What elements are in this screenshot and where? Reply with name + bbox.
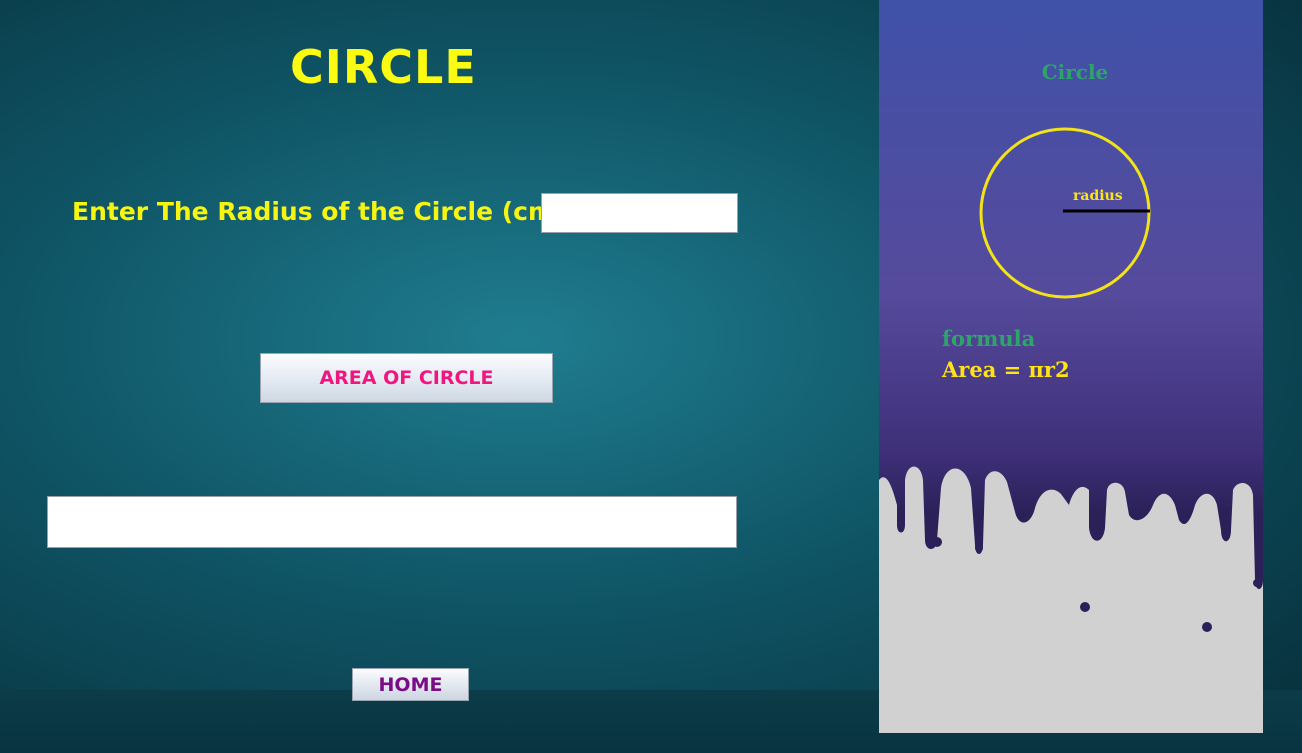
radius-label: Enter The Radius of the Circle (cm): bbox=[72, 197, 576, 226]
radius-input[interactable] bbox=[541, 193, 738, 233]
formula-label: formula bbox=[942, 326, 1036, 351]
home-button[interactable]: HOME bbox=[352, 668, 469, 701]
info-panel: Circle radius formula Area = πr2 bbox=[879, 0, 1263, 733]
paint-drip-shape bbox=[879, 466, 1263, 733]
circle-shape bbox=[979, 127, 1151, 299]
page-title: CIRCLE bbox=[290, 40, 477, 94]
formula-text: Area = πr2 bbox=[942, 357, 1070, 382]
area-of-circle-button[interactable]: AREA OF CIRCLE bbox=[260, 353, 553, 403]
radius-text: radius bbox=[1073, 188, 1123, 204]
result-field[interactable] bbox=[47, 496, 737, 548]
panel-heading: Circle bbox=[1041, 60, 1109, 84]
circle-diagram bbox=[879, 127, 1263, 733]
